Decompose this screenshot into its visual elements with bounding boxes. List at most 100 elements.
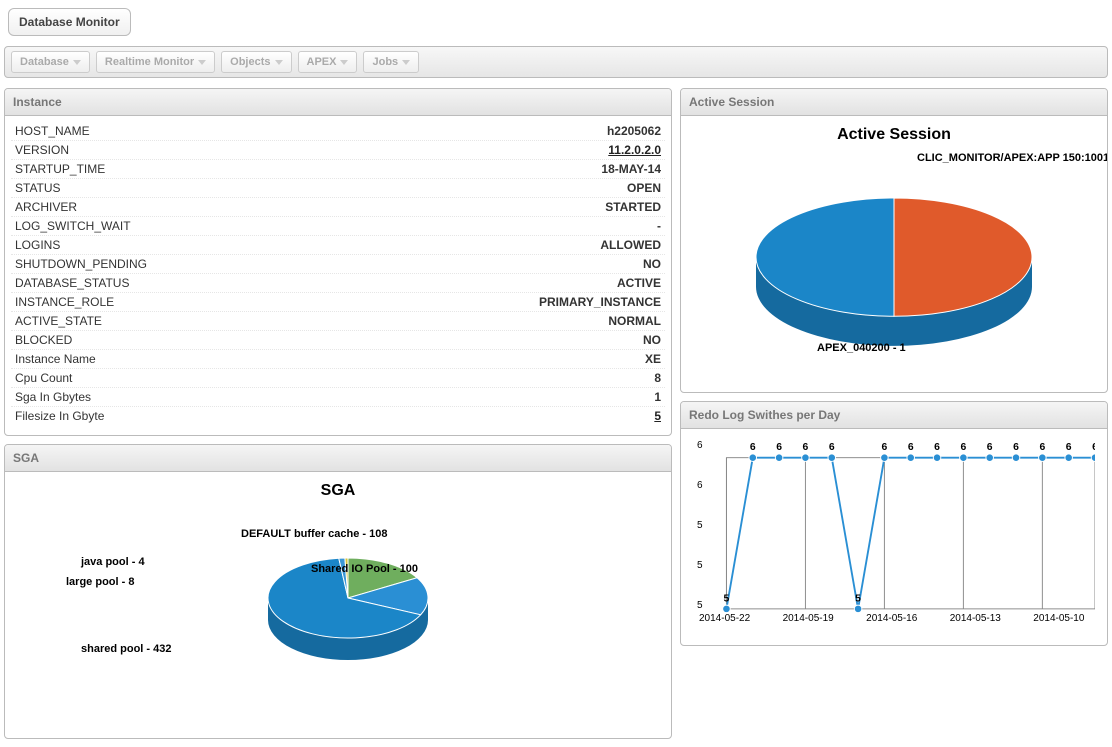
instance-key: STARTUP_TIME bbox=[15, 162, 105, 176]
x-tick-label: 2014-05-16 bbox=[866, 613, 917, 624]
instance-row: DATABASE_STATUSACTIVE bbox=[11, 274, 665, 293]
panel-instance: Instance HOST_NAMEh2205062 VERSION 11.2.0.… bbox=[4, 88, 672, 436]
line-point bbox=[854, 605, 862, 613]
line-point bbox=[1012, 454, 1020, 462]
x-tick-label: 2014-05-13 bbox=[950, 613, 1001, 624]
sga-pie-chart: DEFAULT buffer cache - 108Shared IO Pool… bbox=[11, 508, 665, 728]
menu-item-label: Jobs bbox=[372, 56, 398, 68]
instance-row: STATUS OPEN bbox=[11, 179, 665, 198]
menu-item-jobs[interactable]: Jobs bbox=[363, 51, 419, 73]
instance-key: Cpu Count bbox=[15, 371, 72, 385]
panel-instance-header: Instance bbox=[5, 89, 671, 116]
line-point bbox=[723, 605, 731, 613]
active-session-pie-chart: CLIC_MONITOR/APEX:APP 150:1001 -APEX_040… bbox=[687, 152, 1101, 382]
pie-slice-label: shared pool - 432 bbox=[81, 643, 171, 655]
instance-row: INSTANCE_ROLE PRIMARY_INSTANCE bbox=[11, 293, 665, 312]
instance-value: NO bbox=[643, 257, 661, 271]
instance-value: PRIMARY_INSTANCE bbox=[539, 295, 661, 309]
instance-key: VERSION bbox=[15, 143, 69, 157]
line-point bbox=[1039, 454, 1047, 462]
x-tick-label: 2014-05-10 bbox=[1033, 613, 1084, 624]
instance-key: Sga In Gbytes bbox=[15, 390, 91, 404]
instance-key: STATUS bbox=[15, 181, 61, 195]
instance-key: Filesize In Gbyte bbox=[15, 409, 104, 423]
chevron-down-icon bbox=[402, 60, 410, 65]
panel-sga: SGA SGA DEFAULT buffer cache - 108Shared… bbox=[4, 444, 672, 739]
svg-text:6: 6 bbox=[1039, 442, 1045, 453]
menu-item-apex[interactable]: APEX bbox=[298, 51, 358, 73]
y-tick-label: 5 bbox=[697, 600, 703, 611]
x-tick-label: 2014-05-22 bbox=[699, 613, 750, 624]
instance-row: Instance Name XE bbox=[11, 350, 665, 369]
instance-row: STARTUP_TIME 18-MAY-14 bbox=[11, 160, 665, 179]
sga-chart-title: SGA bbox=[11, 482, 665, 500]
line-point bbox=[933, 454, 941, 462]
instance-row: ACTIVE_STATE NORMAL bbox=[11, 312, 665, 331]
panel-active-session: Active Session Active Session CLIC_MONIT… bbox=[680, 88, 1108, 393]
svg-text:6: 6 bbox=[1066, 442, 1072, 453]
instance-row: LOG_SWITCH_WAIT- bbox=[11, 217, 665, 236]
chevron-down-icon bbox=[73, 60, 81, 65]
line-point bbox=[907, 454, 915, 462]
active-session-chart-title: Active Session bbox=[687, 126, 1101, 144]
instance-key: Instance Name bbox=[15, 352, 96, 366]
panel-redo-log-header: Redo Log Swithes per Day bbox=[681, 402, 1107, 429]
instance-value: 8 bbox=[654, 371, 661, 385]
instance-key: ACTIVE_STATE bbox=[15, 314, 102, 328]
pie-slice-label: APEX_040200 - 1 bbox=[817, 342, 906, 354]
menu-item-label: Database bbox=[20, 56, 69, 68]
svg-text:6: 6 bbox=[987, 442, 993, 453]
panel-active-session-header: Active Session bbox=[681, 89, 1107, 116]
panel-redo-log: Redo Log Swithes per Day 566665666666666… bbox=[680, 401, 1108, 646]
instance-key: DATABASE_STATUS bbox=[15, 276, 129, 290]
instance-row: Sga In Gbytes 1 bbox=[11, 388, 665, 407]
menu-item-database[interactable]: Database bbox=[11, 51, 90, 73]
pie-slice-label: large pool - 8 bbox=[66, 576, 134, 588]
instance-row: Cpu Count 8 bbox=[11, 369, 665, 388]
instance-value: NORMAL bbox=[608, 314, 661, 328]
svg-text:6: 6 bbox=[750, 442, 756, 453]
line-point bbox=[828, 454, 836, 462]
svg-text:6: 6 bbox=[1092, 442, 1095, 453]
pie-slice-label: java pool - 4 bbox=[81, 556, 145, 568]
instance-value[interactable]: 11.2.0.2.0 bbox=[608, 143, 661, 157]
app-title-button[interactable]: Database Monitor bbox=[8, 8, 131, 36]
line-point bbox=[960, 454, 968, 462]
instance-row: HOST_NAMEh2205062 bbox=[11, 122, 665, 141]
line-point bbox=[1065, 454, 1073, 462]
instance-row: Filesize In Gbyte 5 bbox=[11, 407, 665, 425]
svg-text:6: 6 bbox=[934, 442, 940, 453]
chevron-down-icon bbox=[275, 60, 283, 65]
instance-value: XE bbox=[645, 352, 661, 366]
instance-key: BLOCKED bbox=[15, 333, 72, 347]
instance-row: ARCHIVERSTARTED bbox=[11, 198, 665, 217]
instance-value: - bbox=[657, 219, 661, 233]
instance-key: HOST_NAME bbox=[15, 124, 90, 138]
menu-item-label: Realtime Monitor bbox=[105, 56, 194, 68]
instance-row: LOGINSALLOWED bbox=[11, 236, 665, 255]
instance-value[interactable]: 5 bbox=[654, 409, 661, 423]
instance-value: OPEN bbox=[627, 181, 661, 195]
menu-item-objects[interactable]: Objects bbox=[221, 51, 291, 73]
panel-sga-header: SGA bbox=[5, 445, 671, 472]
svg-text:6: 6 bbox=[829, 442, 835, 453]
line-point bbox=[749, 454, 757, 462]
menu-item-label: Objects bbox=[230, 56, 270, 68]
instance-key: SHUTDOWN_PENDING bbox=[15, 257, 147, 271]
svg-text:6: 6 bbox=[882, 442, 888, 453]
line-point bbox=[802, 454, 810, 462]
instance-row: SHUTDOWN_PENDING NO bbox=[11, 255, 665, 274]
instance-key: LOGINS bbox=[15, 238, 60, 252]
menu-item-label: APEX bbox=[307, 56, 337, 68]
svg-text:5: 5 bbox=[855, 593, 861, 604]
svg-text:6: 6 bbox=[776, 442, 782, 453]
menu-item-realtime-monitor[interactable]: Realtime Monitor bbox=[96, 51, 215, 73]
line-point bbox=[1091, 454, 1095, 462]
instance-value: 18-MAY-14 bbox=[601, 162, 661, 176]
instance-value: NO bbox=[643, 333, 661, 347]
y-tick-label: 6 bbox=[697, 440, 703, 451]
x-tick-label: 2014-05-19 bbox=[783, 613, 834, 624]
instance-key: INSTANCE_ROLE bbox=[15, 295, 114, 309]
instance-row: BLOCKED NO bbox=[11, 331, 665, 350]
instance-value: 1 bbox=[654, 390, 661, 404]
